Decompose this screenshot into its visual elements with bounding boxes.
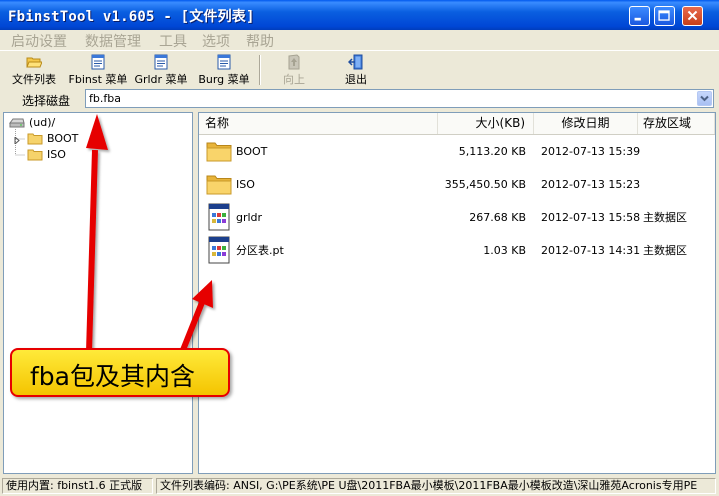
disk-value: fb.fba <box>89 92 121 105</box>
callout-text: fba包及其内含 <box>30 362 195 391</box>
status-encoding-path: 文件列表编码: ANSI, G:\PE系统\PE U盘\2011FBA最小模板\… <box>156 478 716 494</box>
file-name: ISO <box>236 178 255 191</box>
menu-help[interactable]: 帮助 <box>246 31 274 51</box>
fbinst-menu-label: Fbinst 菜单 <box>68 73 128 86</box>
grldr-menu-button[interactable]: Grldr 菜单 <box>131 52 191 87</box>
file-area: 主数据区 <box>643 211 687 224</box>
toolbar-separator <box>259 55 261 85</box>
up-icon <box>288 54 300 70</box>
disk-selector-row: 选择磁盘 fb.fba <box>0 87 719 111</box>
folder-open-icon <box>26 57 42 68</box>
disk-dropdown-button[interactable] <box>697 91 712 106</box>
close-button[interactable] <box>682 6 703 26</box>
window-title: FbinstTool v1.605 - [文件列表] <box>8 9 255 25</box>
tree-expand-button[interactable] <box>14 137 21 144</box>
column-header-date[interactable]: 修改日期 <box>534 113 638 134</box>
minimize-icon <box>634 17 641 21</box>
toolbar: 文件列表 Fbinst 菜单 Grldr 菜单 Burg 菜单 向上 退出 <box>0 50 719 88</box>
file-size: 267.68 KB <box>469 211 526 224</box>
column-header-area[interactable]: 存放区域 <box>638 113 715 134</box>
folder-tree[interactable]: (ud)/ BOOT ISO <box>3 112 193 474</box>
exit-label: 退出 <box>345 73 367 86</box>
file-icon <box>208 203 230 231</box>
menu-tools[interactable]: 工具 <box>159 31 187 51</box>
app-window: FbinstTool v1.605 - [文件列表] 启动设置 数据管理 工具 … <box>0 0 719 496</box>
file-size: 1.03 KB <box>483 244 526 257</box>
file-list-button[interactable]: 文件列表 <box>6 52 62 87</box>
tree-item-label: ISO <box>47 148 66 161</box>
file-icon <box>208 236 230 264</box>
list-item[interactable]: grldr 267.68 KB 2012-07-13 15:58 主数据区 <box>199 201 715 234</box>
file-date: 2012-07-13 15:58 <box>541 211 641 224</box>
file-area: 主数据区 <box>643 244 687 257</box>
tree-root-label: (ud)/ <box>29 116 56 129</box>
file-size: 5,113.20 KB <box>458 145 526 158</box>
menu-options[interactable]: 选项 <box>202 31 230 51</box>
maximize-icon <box>658 10 670 21</box>
fbinst-menu-button[interactable]: Fbinst 菜单 <box>67 52 129 87</box>
title-bar[interactable]: FbinstTool v1.605 - [文件列表] <box>0 0 719 30</box>
file-date: 2012-07-13 15:23 <box>541 178 641 191</box>
document-icon <box>154 54 168 70</box>
expand-icon <box>14 137 20 144</box>
folder-icon <box>27 133 43 145</box>
status-version: 使用内置: fbinst1.6 正式版 <box>2 478 153 494</box>
list-item[interactable]: 分区表.pt 1.03 KB 2012-07-13 14:31 主数据区 <box>199 234 715 267</box>
document-icon <box>217 54 231 70</box>
up-label: 向上 <box>283 73 305 86</box>
burg-menu-label: Burg 菜单 <box>198 73 250 86</box>
menu-bar: 启动设置 数据管理 工具 选项 帮助 <box>0 30 719 50</box>
column-header-name[interactable]: 名称 <box>199 113 438 134</box>
drive-icon <box>9 118 25 128</box>
annotation-callout: fba包及其内含 <box>10 348 230 397</box>
folder-icon <box>27 149 43 161</box>
up-button[interactable]: 向上 <box>271 52 317 87</box>
tree-item-label: BOOT <box>47 132 79 145</box>
list-item[interactable]: ISO 355,450.50 KB 2012-07-13 15:23 <box>199 168 715 201</box>
disk-label: 选择磁盘 <box>22 94 71 108</box>
file-list[interactable]: 名称 大小(KB) 修改日期 存放区域 BOOT 5,113.20 KB 201… <box>198 112 716 474</box>
exit-button[interactable]: 退出 <box>333 52 379 87</box>
file-name: grldr <box>236 211 263 224</box>
file-date: 2012-07-13 14:31 <box>541 244 641 257</box>
maximize-button[interactable] <box>654 6 675 26</box>
column-header-size[interactable]: 大小(KB) <box>438 113 534 134</box>
folder-icon <box>206 175 232 195</box>
file-date: 2012-07-13 15:39 <box>541 145 641 158</box>
file-name: 分区表.pt <box>236 244 284 257</box>
file-list-label: 文件列表 <box>12 73 56 86</box>
document-icon <box>91 54 105 70</box>
folder-icon <box>206 142 232 162</box>
file-name: BOOT <box>236 145 268 158</box>
exit-icon <box>348 54 363 70</box>
menu-data-management[interactable]: 数据管理 <box>85 31 141 51</box>
grldr-menu-label: Grldr 菜单 <box>134 73 188 86</box>
minimize-button[interactable] <box>629 6 650 26</box>
status-bar: 使用内置: fbinst1.6 正式版 文件列表编码: ANSI, G:\PE系… <box>0 476 719 496</box>
tree-item-iso[interactable]: ISO <box>27 147 187 163</box>
list-item[interactable]: BOOT 5,113.20 KB 2012-07-13 15:39 <box>199 135 715 168</box>
chevron-down-icon <box>700 95 709 102</box>
close-icon <box>687 10 698 21</box>
file-list-header: 名称 大小(KB) 修改日期 存放区域 <box>199 113 715 135</box>
tree-root[interactable]: (ud)/ <box>9 115 189 131</box>
tree-item-boot[interactable]: BOOT <box>27 131 187 147</box>
disk-select[interactable]: fb.fba <box>85 89 714 108</box>
file-size: 355,450.50 KB <box>444 178 526 191</box>
menu-boot-settings[interactable]: 启动设置 <box>11 31 67 51</box>
burg-menu-button[interactable]: Burg 菜单 <box>194 52 254 87</box>
